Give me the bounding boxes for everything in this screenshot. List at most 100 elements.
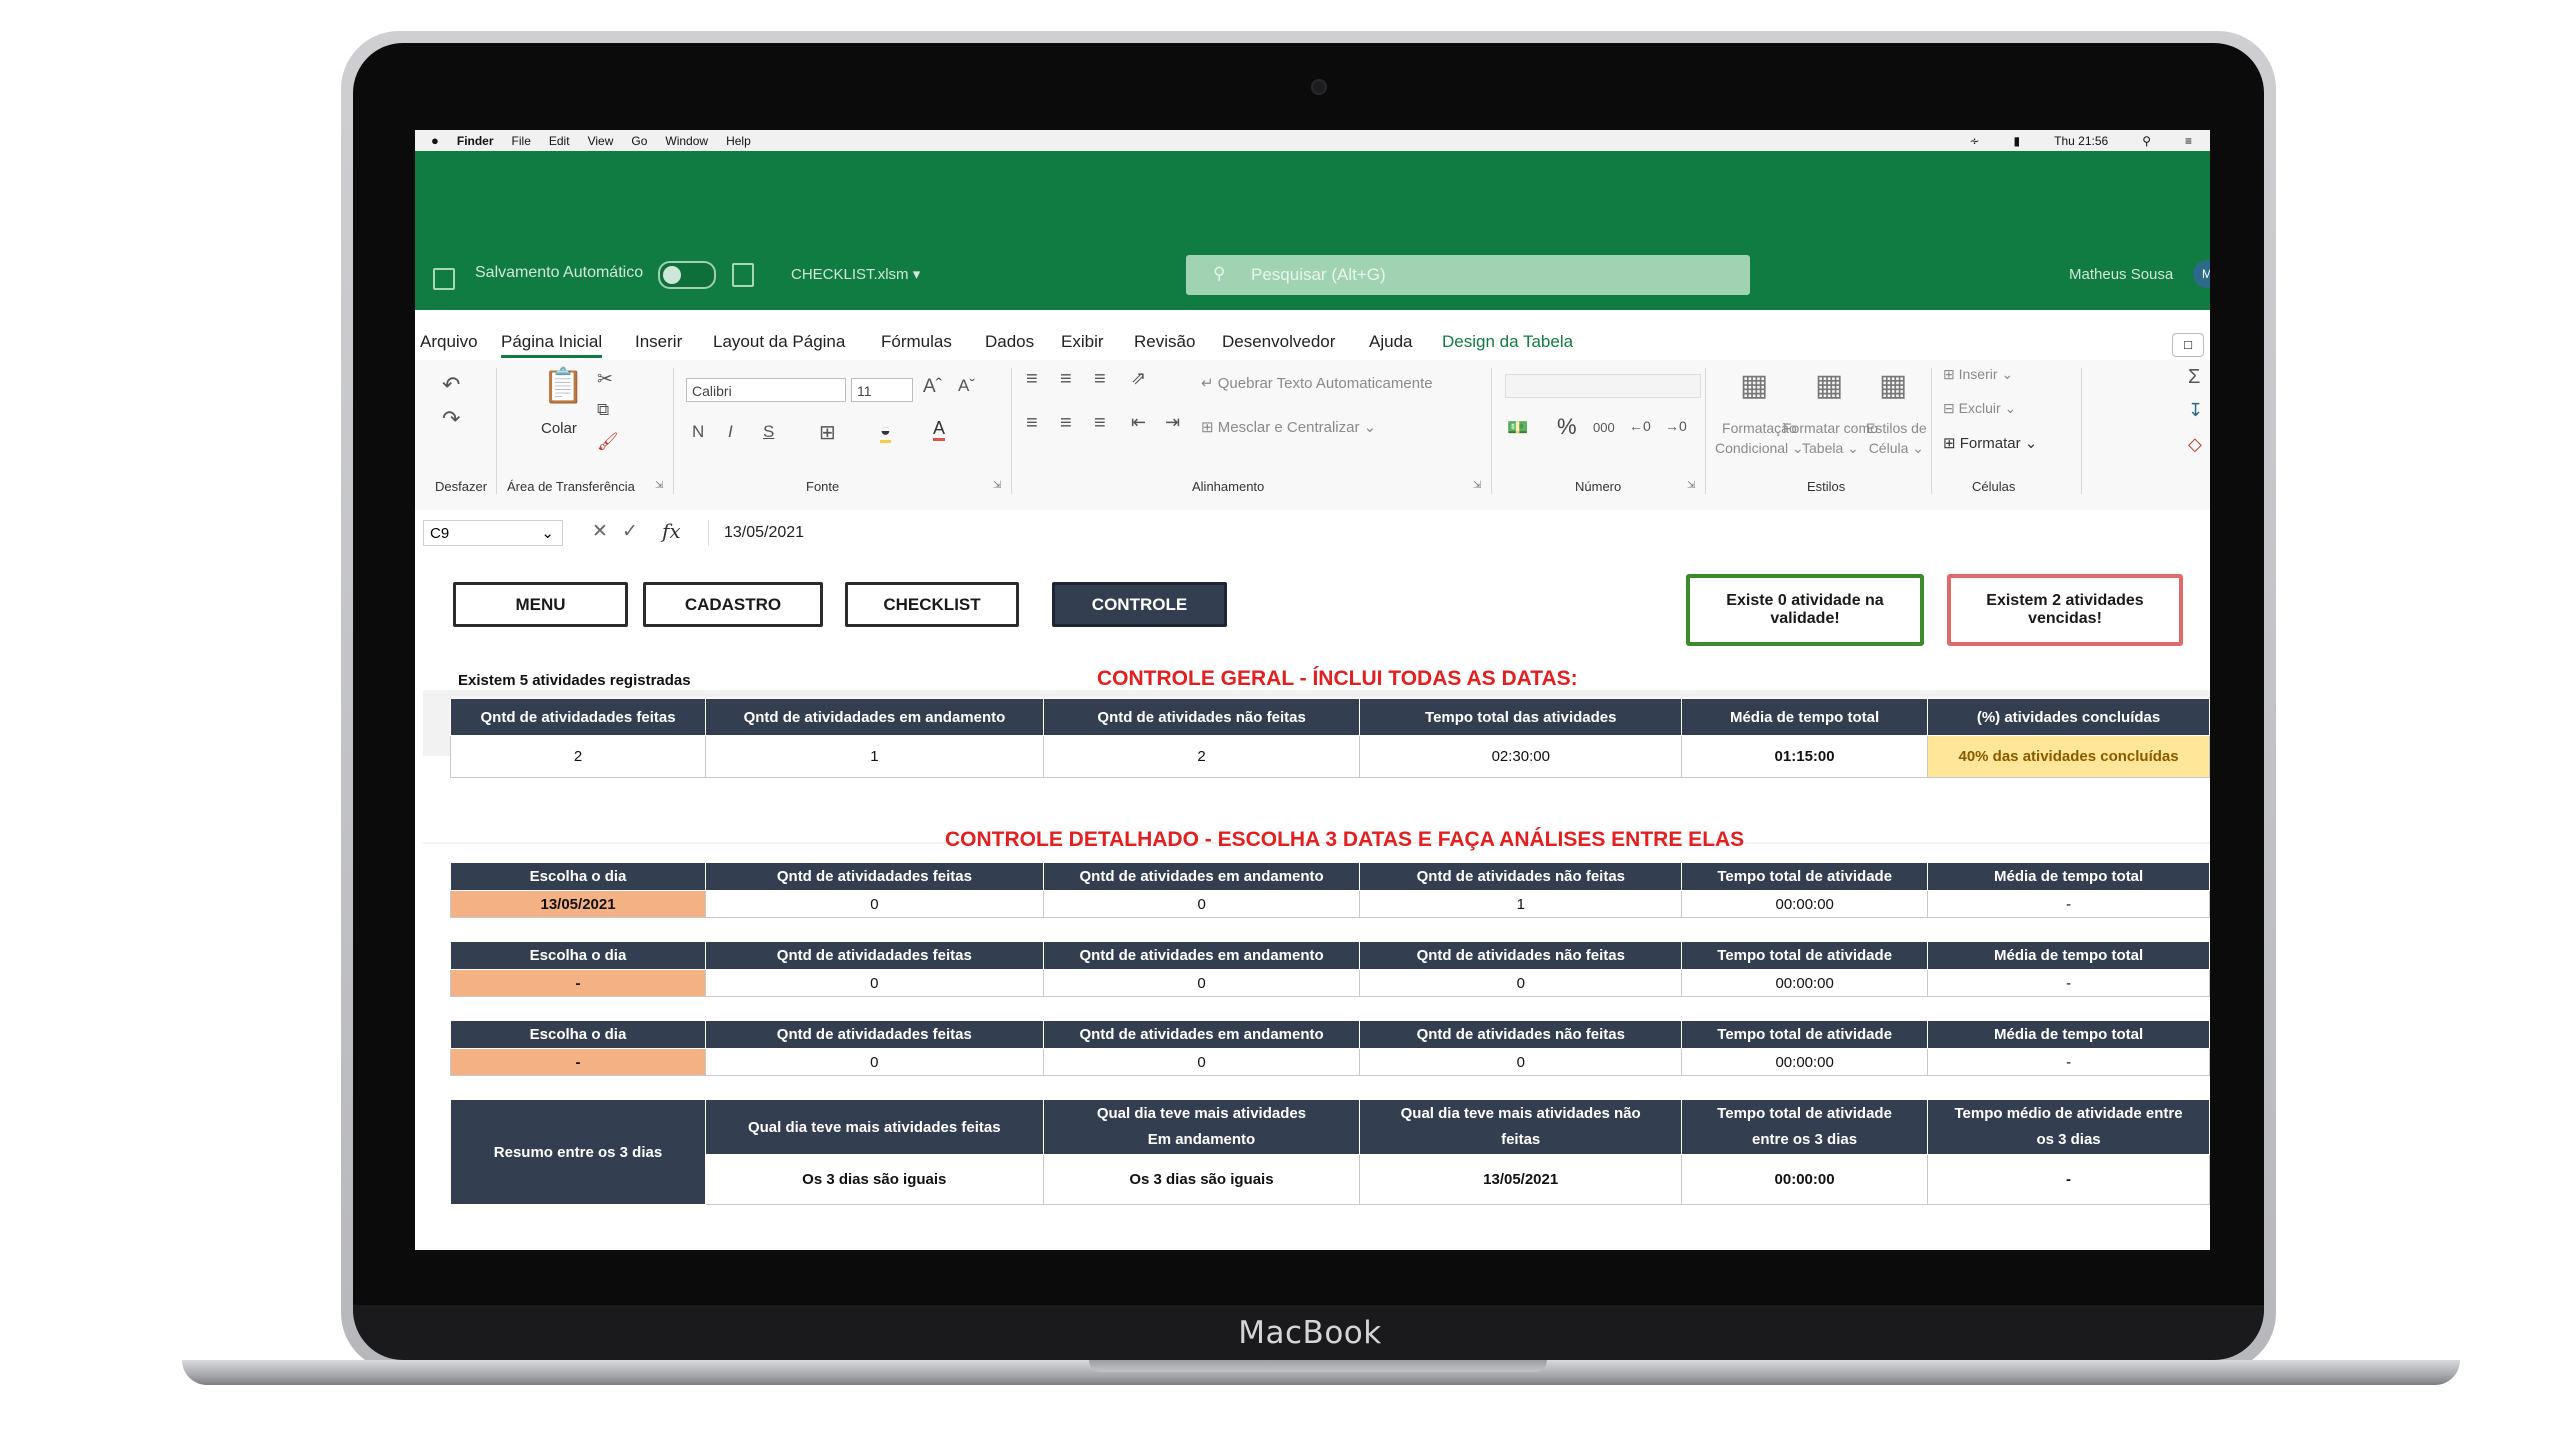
format-painter-icon[interactable]: 🖌 <box>597 432 619 452</box>
day-2-average-time[interactable]: - <box>1927 969 2210 997</box>
align-top-icon[interactable]: ≡ <box>1026 368 1038 391</box>
day-1-input[interactable]: 13/05/2021 <box>449 890 707 918</box>
tab-layout[interactable]: Layout da Página <box>713 332 845 352</box>
fill-color-icon[interactable]: ◒ <box>880 420 891 443</box>
underline-button[interactable]: S <box>763 422 774 442</box>
shrink-font-icon[interactable]: Aˇ <box>958 376 975 396</box>
tab-revisao[interactable]: Revisão <box>1134 332 1195 352</box>
day-1-done[interactable]: 0 <box>705 890 1044 918</box>
day-3-average-time[interactable]: - <box>1927 1048 2210 1076</box>
general-value-percent[interactable]: 40% das atividades concluídas <box>1927 735 2210 778</box>
general-value-in-progress[interactable]: 1 <box>705 735 1044 778</box>
user-name[interactable]: Matheus Sousa <box>2069 266 2173 283</box>
spotlight-icon[interactable]: ⚲ <box>2142 134 2151 148</box>
checklist-button[interactable]: CHECKLIST <box>845 582 1019 627</box>
comments-button[interactable]: □ <box>2172 333 2204 357</box>
cell-styles-icon[interactable]: ▦ <box>1879 368 1907 403</box>
menu-finder[interactable]: Finder <box>457 134 494 148</box>
cell-styles-button[interactable]: Estilos de Célula ⌄ <box>1866 418 1927 458</box>
general-value-not-done[interactable]: 2 <box>1042 735 1361 778</box>
menu-window[interactable]: Window <box>665 134 708 148</box>
number-launcher-icon[interactable]: ⇲ <box>1687 480 1695 491</box>
summary-value-most-done[interactable]: Os 3 dias são iguais <box>704 1154 1044 1205</box>
align-left-icon[interactable]: ≡ <box>1026 412 1038 435</box>
general-value-average-time[interactable]: 01:15:00 <box>1681 735 1929 778</box>
summary-value-total-time[interactable]: 00:00:00 <box>1681 1154 1929 1205</box>
controle-button[interactable]: CONTROLE <box>1052 582 1227 627</box>
borders-icon[interactable]: ⊞ <box>819 420 836 445</box>
tab-ajuda[interactable]: Ajuda <box>1369 332 1412 352</box>
wifi-icon[interactable]: ∻ <box>1969 134 1979 148</box>
tab-formulas[interactable]: Fórmulas <box>881 332 952 352</box>
menu-button[interactable]: MENU <box>453 582 628 627</box>
general-value-done[interactable]: 2 <box>449 735 707 778</box>
alignment-launcher-icon[interactable]: ⇲ <box>1473 480 1481 491</box>
insert-function-button[interactable]: fx <box>662 519 681 543</box>
summary-value-most-in-progress[interactable]: Os 3 dias são iguais <box>1042 1154 1361 1205</box>
tab-inserir[interactable]: Inserir <box>635 332 682 352</box>
insert-cells-button[interactable]: ⊞ Inserir ⌄ <box>1943 366 2013 383</box>
italic-button[interactable]: I <box>728 422 733 442</box>
clock[interactable]: Thu 21:56 <box>2054 134 2108 148</box>
day-3-not-done[interactable]: 0 <box>1359 1048 1683 1076</box>
conditional-format-icon[interactable]: ▦ <box>1740 368 1768 403</box>
formula-input[interactable]: 13/05/2021 <box>708 520 2198 546</box>
align-middle-icon[interactable]: ≡ <box>1060 368 1072 391</box>
currency-icon[interactable]: 💵 <box>1507 418 1528 438</box>
search-input[interactable]: ⚲ Pesquisar (Alt+G) <box>1186 255 1750 295</box>
delete-cells-button[interactable]: ⊟ Excluir ⌄ <box>1943 400 2016 417</box>
tab-desenvolvedor[interactable]: Desenvolvedor <box>1222 332 1335 352</box>
paste-button[interactable]: Colar <box>541 420 577 437</box>
fill-icon[interactable]: ↧ <box>2188 400 2203 421</box>
name-box[interactable]: C9 ⌄ <box>423 520 563 546</box>
decrease-indent-icon[interactable]: ⇤ <box>1131 412 1146 433</box>
control-center-icon[interactable]: ≡ <box>2185 134 2192 148</box>
summary-value-most-not-done[interactable]: 13/05/2021 <box>1359 1154 1683 1205</box>
tab-arquivo[interactable]: Arquivo <box>420 332 478 352</box>
menu-help[interactable]: Help <box>726 134 751 148</box>
tab-design-tabela[interactable]: Design da Tabela <box>1442 332 1573 352</box>
day-1-total-time[interactable]: 00:00:00 <box>1681 890 1929 918</box>
align-bottom-icon[interactable]: ≡ <box>1094 368 1106 391</box>
paste-icon[interactable]: 📋 <box>542 366 584 406</box>
menu-file[interactable]: File <box>512 134 531 148</box>
day-2-input[interactable]: - <box>450 969 706 997</box>
apple-icon[interactable]: ● <box>431 133 439 148</box>
grow-font-icon[interactable]: Aˆ <box>923 376 942 398</box>
menu-view[interactable]: View <box>588 134 614 148</box>
day-2-total-time[interactable]: 00:00:00 <box>1681 969 1929 997</box>
copy-icon[interactable]: ⧉ <box>597 400 609 420</box>
day-2-done[interactable]: 0 <box>704 969 1044 997</box>
percent-button[interactable]: % <box>1557 414 1577 440</box>
clipboard-launcher-icon[interactable]: ⇲ <box>655 480 663 491</box>
clear-icon[interactable]: ◇ <box>2188 434 2202 455</box>
merge-center-button[interactable]: ⊞ Mesclar e Centralizar ⌄ <box>1201 418 1376 436</box>
general-value-total-time[interactable]: 02:30:00 <box>1359 735 1683 778</box>
battery-icon[interactable]: ▮ <box>2014 134 2021 148</box>
cancel-icon[interactable]: ✕ <box>592 520 608 543</box>
day-3-input[interactable]: - <box>450 1048 706 1076</box>
number-format-select[interactable] <box>1505 374 1701 398</box>
bold-button[interactable]: N <box>692 422 704 442</box>
format-table-button[interactable]: Formatar como Tabela ⌄ <box>1783 418 1878 458</box>
day-2-not-done[interactable]: 0 <box>1359 969 1683 997</box>
increase-decimal-icon[interactable]: ←0 <box>1629 418 1651 434</box>
day-3-total-time[interactable]: 00:00:00 <box>1681 1048 1929 1076</box>
day-1-in-progress[interactable]: 0 <box>1042 890 1361 918</box>
align-center-icon[interactable]: ≡ <box>1060 412 1072 435</box>
format-cells-button[interactable]: ⊞ Formatar ⌄ <box>1943 434 2037 452</box>
font-size-select[interactable]: 11 <box>851 378 913 402</box>
save-icon[interactable] <box>732 263 754 287</box>
redo-icon[interactable]: ↷ <box>442 406 460 432</box>
thousands-button[interactable]: 000 <box>1593 420 1615 435</box>
filename[interactable]: CHECKLIST.xlsm ▾ <box>791 265 920 283</box>
avatar[interactable]: M <box>2193 260 2210 288</box>
day-1-not-done[interactable]: 1 <box>1359 890 1683 918</box>
cadastro-button[interactable]: CADASTRO <box>643 582 823 627</box>
menu-edit[interactable]: Edit <box>549 134 570 148</box>
increase-indent-icon[interactable]: ⇥ <box>1165 412 1180 433</box>
day-3-in-progress[interactable]: 0 <box>1042 1048 1361 1076</box>
day-2-in-progress[interactable]: 0 <box>1042 969 1361 997</box>
day-3-done[interactable]: 0 <box>704 1048 1044 1076</box>
decrease-decimal-icon[interactable]: →0 <box>1665 418 1687 434</box>
